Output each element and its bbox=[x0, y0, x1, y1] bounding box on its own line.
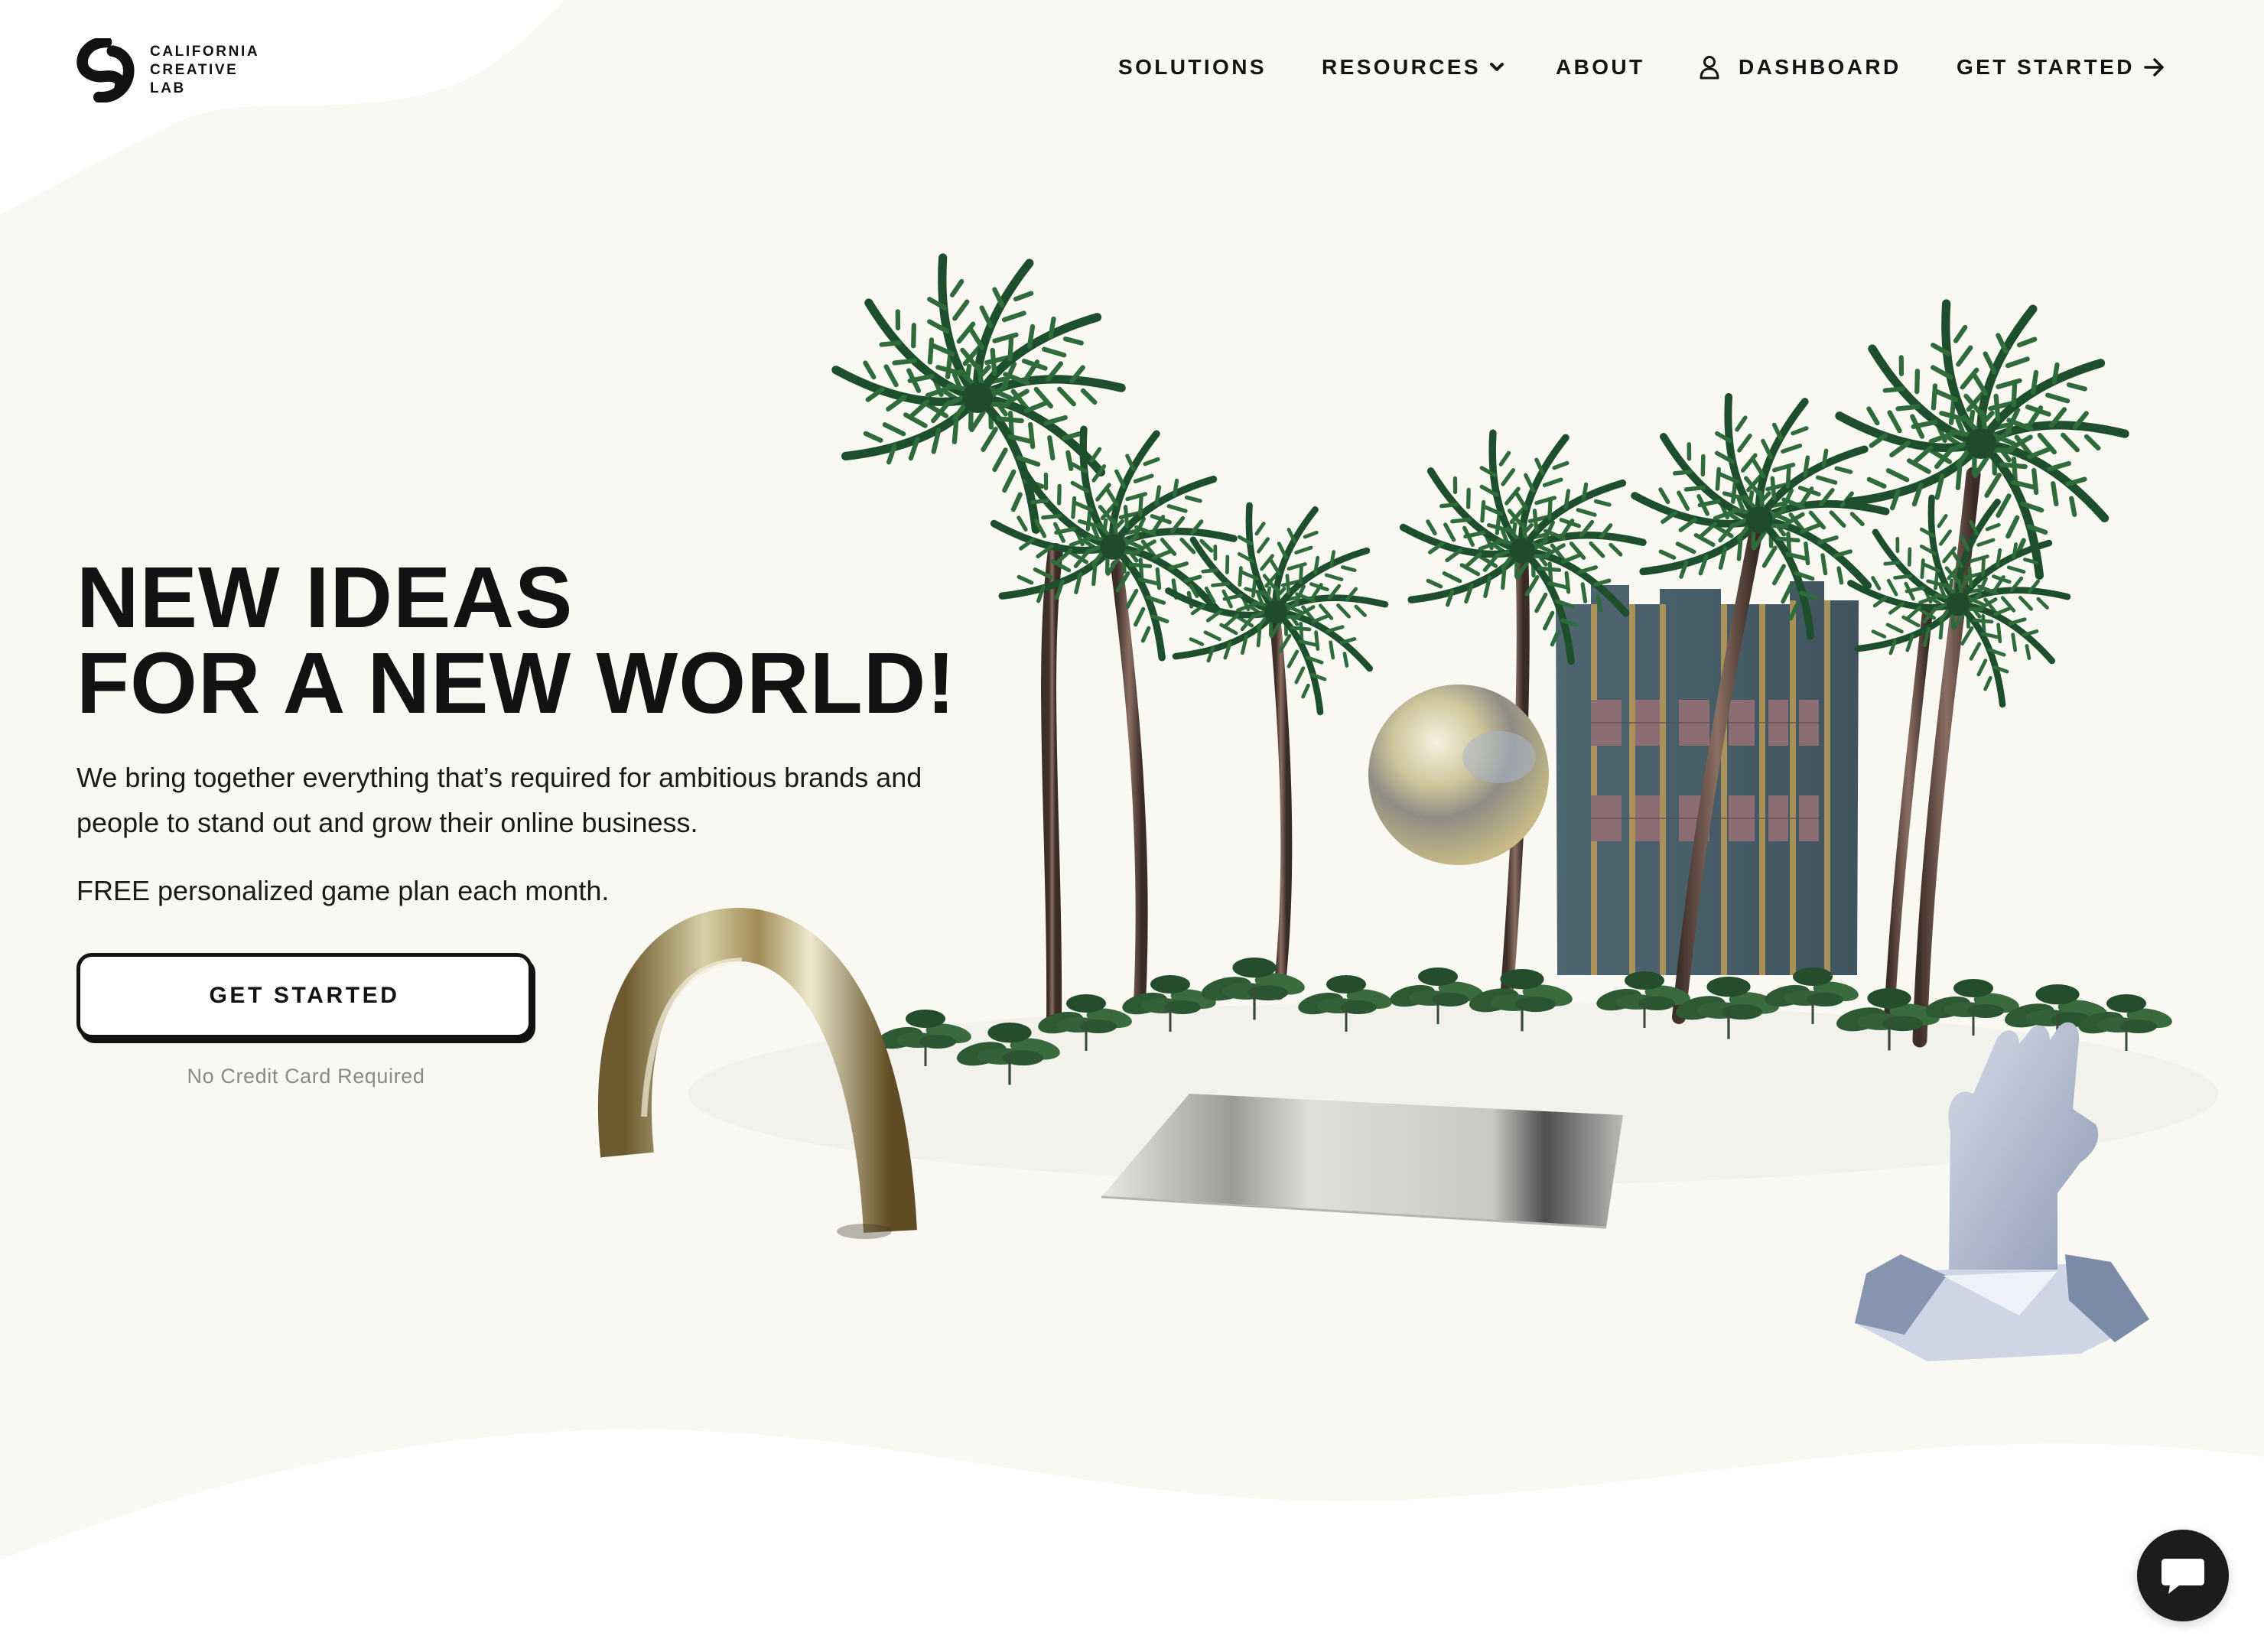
hero-promo: FREE personalized game plan each month. bbox=[76, 875, 610, 906]
nav-dashboard[interactable]: DASHBOARD bbox=[1699, 55, 1901, 80]
hero-title-line-1: NEW IDEAS bbox=[76, 549, 574, 646]
chat-button[interactable] bbox=[2137, 1530, 2229, 1621]
brand-line-3: LAB bbox=[150, 80, 186, 96]
swirl-logo-icon bbox=[76, 38, 135, 102]
user-icon bbox=[1700, 56, 1719, 80]
nav-about-label: ABOUT bbox=[1556, 55, 1645, 79]
gold-sphere bbox=[1368, 685, 1549, 865]
site-header: CALIFORNIA CREATIVE LAB SOLUTIONS RESOUR… bbox=[0, 0, 2264, 145]
hero-description: We bring together everything that’s requ… bbox=[76, 762, 922, 838]
brand-line-2: CREATIVE bbox=[150, 62, 239, 78]
get-started-button[interactable]: GET STARTED bbox=[76, 953, 532, 1039]
mirror-plane bbox=[1101, 1094, 1623, 1229]
get-started-button-label: GET STARTED bbox=[209, 983, 400, 1008]
nav-get-started[interactable]: GET STARTED bbox=[1957, 55, 2165, 80]
brand-line-1: CALIFORNIA bbox=[150, 44, 260, 60]
nav-resources[interactable]: RESOURCES bbox=[1322, 55, 1505, 80]
chevron-down-icon bbox=[1489, 63, 1504, 71]
chat-bubble-icon bbox=[2162, 1559, 2204, 1594]
hero-title: NEW IDEAS FOR A NEW WORLD! bbox=[76, 554, 956, 727]
hero-title-line-2: FOR A NEW WORLD! bbox=[76, 635, 956, 731]
brand-logo[interactable]: CALIFORNIA CREATIVE LAB bbox=[76, 38, 259, 102]
nav-solutions[interactable]: SOLUTIONS bbox=[1118, 55, 1267, 80]
nav-get-started-label: GET STARTED bbox=[1957, 55, 2135, 79]
nav-resources-label: RESOURCES bbox=[1322, 55, 1481, 79]
nav-dashboard-label: DASHBOARD bbox=[1739, 55, 1901, 79]
nav-solutions-label: SOLUTIONS bbox=[1118, 55, 1267, 79]
nav-about[interactable]: ABOUT bbox=[1556, 55, 1645, 80]
hero-section: NEW IDEAS FOR A NEW WORLD! We bring toge… bbox=[76, 554, 956, 911]
brand-name: CALIFORNIA CREATIVE LAB bbox=[150, 43, 259, 98]
arrow-right-icon bbox=[2144, 58, 2164, 76]
palm-crowns bbox=[832, 252, 2126, 716]
no-credit-card-note: No Credit Card Required bbox=[187, 1065, 425, 1088]
